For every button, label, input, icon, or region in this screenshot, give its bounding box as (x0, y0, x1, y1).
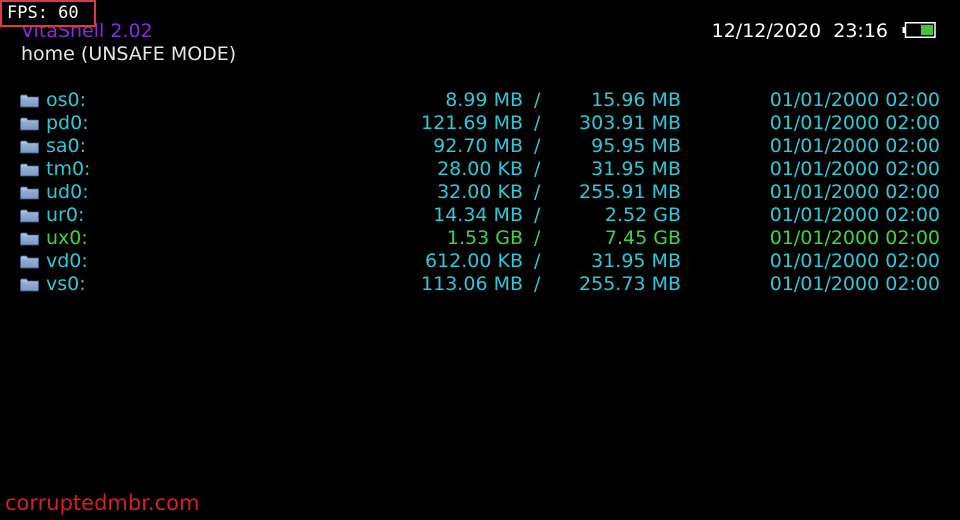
size-separator: / (534, 204, 541, 226)
modified-date: 01/01/2000 02:00 (769, 135, 940, 157)
device-name: vd0: (46, 250, 88, 272)
device-row[interactable]: ur0: 14.34 MB / 2.52 GB 01/01/2000 02:00 (0, 204, 960, 227)
device-row[interactable]: ud0: 32.00 KB / 255.91 MB 01/01/2000 02:00 (0, 181, 960, 204)
device-name: ur0: (46, 204, 85, 226)
device-name: ux0: (46, 227, 88, 249)
modified-date: 01/01/2000 02:00 (769, 158, 940, 180)
folder-icon (20, 232, 39, 246)
device-name: tm0: (46, 158, 91, 180)
size-separator: / (534, 273, 541, 295)
used-size: 1.53 GB (446, 227, 523, 249)
folder-icon (20, 278, 39, 292)
size-separator: / (534, 181, 541, 203)
device-row[interactable]: ux0: 1.53 GB / 7.45 GB 01/01/2000 02:00 (0, 227, 960, 250)
folder-icon (20, 163, 39, 177)
used-size: 32.00 KB (437, 181, 523, 203)
total-size: 15.96 MB (591, 89, 681, 111)
current-path: home (UNSAFE MODE) (21, 43, 237, 65)
device-name: vs0: (46, 273, 86, 295)
device-row[interactable]: vs0: 113.06 MB / 255.73 MB 01/01/2000 02:00 (0, 273, 960, 296)
device-row[interactable]: pd0: 121.69 MB / 303.91 MB 01/01/2000 02:00 (0, 112, 960, 135)
device-row[interactable]: tm0: 28.00 KB / 31.95 MB 01/01/2000 02:00 (0, 158, 960, 181)
status-date: 12/12/2020 (711, 20, 822, 42)
device-row[interactable]: sa0: 92.70 MB / 95.95 MB 01/01/2000 02:00 (0, 135, 960, 158)
used-size: 92.70 MB (433, 135, 523, 157)
modified-date: 01/01/2000 02:00 (769, 227, 940, 249)
folder-icon (20, 94, 39, 108)
size-separator: / (534, 158, 541, 180)
total-size: 2.52 GB (604, 204, 681, 226)
device-name: os0: (46, 89, 87, 111)
used-size: 121.69 MB (421, 112, 523, 134)
modified-date: 01/01/2000 02:00 (769, 273, 940, 295)
battery-icon (902, 22, 936, 38)
total-size: 31.95 MB (591, 250, 681, 272)
modified-date: 01/01/2000 02:00 (769, 204, 940, 226)
total-size: 303.91 MB (579, 112, 681, 134)
device-row[interactable]: os0: 8.99 MB / 15.96 MB 01/01/2000 02:00 (0, 89, 960, 112)
watermark-text: corruptedmbr.com (5, 491, 200, 515)
device-name: ud0: (46, 181, 89, 203)
device-row[interactable]: vd0: 612.00 KB / 31.95 MB 01/01/2000 02:00 (0, 250, 960, 273)
modified-date: 01/01/2000 02:00 (769, 181, 940, 203)
total-size: 31.95 MB (591, 158, 681, 180)
folder-icon (20, 140, 39, 154)
device-name: sa0: (46, 135, 87, 157)
folder-icon (20, 209, 39, 223)
modified-date: 01/01/2000 02:00 (769, 89, 940, 111)
device-name: pd0: (46, 112, 89, 134)
size-separator: / (534, 135, 541, 157)
fps-counter: FPS: 60 (0, 0, 96, 27)
size-separator: / (534, 227, 541, 249)
status-clock: 12/12/2020 23:16 (712, 19, 888, 43)
used-size: 14.34 MB (433, 204, 523, 226)
modified-date: 01/01/2000 02:00 (769, 112, 940, 134)
modified-date: 01/01/2000 02:00 (769, 250, 940, 272)
folder-icon (20, 255, 39, 269)
used-size: 612.00 KB (424, 250, 523, 272)
folder-icon (20, 117, 39, 131)
total-size: 255.91 MB (579, 181, 681, 203)
size-separator: / (534, 89, 541, 111)
used-size: 8.99 MB (445, 89, 523, 111)
folder-icon (20, 186, 39, 200)
used-size: 28.00 KB (437, 158, 523, 180)
status-time: 23:16 (833, 20, 888, 42)
size-separator: / (534, 250, 541, 272)
size-separator: / (534, 112, 541, 134)
total-size: 255.73 MB (579, 273, 681, 295)
device-list: os0: 8.99 MB/15.96 MB 01/01/2000 02:00 pd0:… (0, 89, 960, 296)
total-size: 95.95 MB (591, 135, 681, 157)
used-size: 113.06 MB (421, 273, 523, 295)
total-size: 7.45 GB (604, 227, 681, 249)
